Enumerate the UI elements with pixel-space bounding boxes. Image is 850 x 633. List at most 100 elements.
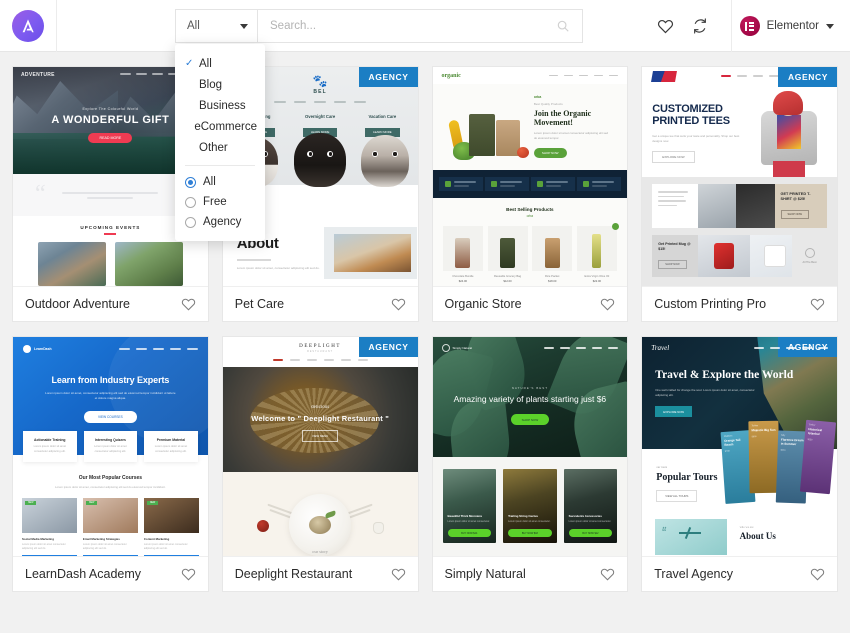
preview-product-price: $24.00 — [458, 280, 467, 283]
preview-heading: CUSTOMIZED PRINTED TEES — [652, 103, 730, 128]
heart-icon[interactable] — [810, 567, 825, 581]
search-field[interactable] — [257, 9, 583, 43]
dropdown-item-all[interactable]: ✓ All — [175, 53, 265, 74]
preview-product-name: Rice Packet — [545, 275, 560, 278]
plan-radio-label: Free — [203, 196, 227, 208]
filter-dropdown-panel: ✓ All Blog Business eCommerce Other All … — [175, 44, 265, 241]
account-name: Elementor — [766, 20, 819, 32]
preview-script: delicious — [311, 404, 330, 410]
preview-about-desc: Lorem ipsum dolor sit amet, consectetur … — [236, 265, 320, 270]
preview-item-desc: Lorem ipsum dolor sit amet consectetur. — [508, 519, 551, 523]
heart-icon[interactable] — [181, 297, 196, 311]
template-title: Outdoor Adventure — [25, 297, 130, 311]
template-card[interactable]: AGENCY Travel Travel & Explore the World… — [641, 336, 838, 592]
account-menu[interactable]: Elementor — [739, 16, 850, 36]
preview-feature-desc: Lorem ipsum dolor sit amet consectetur a… — [33, 445, 66, 453]
template-grid: ADVENTURE Explore The Colourful World A … — [0, 52, 850, 592]
category-select[interactable]: All — [175, 9, 257, 43]
preview-heading: Learn from Industry Experts — [51, 375, 170, 385]
preview-heading: Travel & Explore the World — [655, 369, 794, 381]
preview-course-tag: NEW — [85, 500, 98, 505]
app-logo[interactable] — [0, 0, 57, 52]
top-toolbar: All Search... Elementor — [0, 0, 850, 52]
dropdown-item-label: Other — [199, 141, 228, 154]
template-preview[interactable]: organic orba Best Quality Products Join … — [432, 67, 628, 287]
favorites-button[interactable] — [649, 0, 683, 52]
heart-icon — [658, 19, 674, 34]
template-preview[interactable]: AGENCY CUSTOMIZED PRINTED TEES Get a uni… — [642, 67, 837, 287]
plan-radio-free[interactable]: Free — [175, 192, 265, 212]
preview-brand: Simply Natural — [452, 346, 473, 350]
template-card[interactable]: AGENCY DEEPLIGHT RESTAURANT delicious We… — [221, 336, 419, 592]
elementor-logo-icon — [739, 16, 760, 36]
heart-icon[interactable] — [600, 567, 615, 581]
preview-button: VIEW MENU — [302, 429, 339, 442]
preview-desc: Get a unique tee that suits your taste a… — [652, 133, 740, 143]
preview-feature-title: Actionable Training — [34, 438, 66, 442]
heart-icon[interactable] — [391, 297, 406, 311]
preview-desc: One well crafted for change the soul. Lo… — [655, 388, 755, 398]
preview-course-desc: Lorem ipsum dolor sit amet consectetur a… — [82, 542, 127, 551]
preview-course-tag: NEW — [146, 500, 159, 505]
preview-button: SHOP NOW — [510, 414, 550, 426]
card-footer: Travel Agency — [642, 557, 837, 591]
dropdown-item-blog[interactable]: Blog — [175, 74, 265, 95]
preview-promo-text: Get Printed Mug @ $15! — [658, 242, 691, 251]
preview-section-heading: Popular Tours — [656, 472, 718, 483]
preview-section-eyebrow: our tours — [656, 465, 667, 469]
heart-icon[interactable] — [600, 297, 615, 311]
preview-section-sub: orba — [526, 214, 534, 218]
search-input[interactable] — [270, 20, 556, 32]
template-card[interactable]: LearnDash Learn from Industry Experts Lo… — [12, 336, 209, 592]
template-preview[interactable]: AGENCY DEEPLIGHT RESTAURANT delicious We… — [222, 337, 418, 557]
preview-tour-title: Majestic Big Sun — [751, 427, 776, 433]
preview-tour-price: $559 — [807, 438, 813, 442]
card-footer: Deeplight Restaurant — [222, 557, 418, 591]
preview-course-button: ENROLL NOW — [82, 555, 138, 556]
plan-radio-all[interactable]: All — [175, 172, 265, 192]
preview-product-price: $22.00 — [592, 280, 602, 283]
heart-icon[interactable] — [391, 567, 406, 581]
radio-selected-icon — [185, 176, 196, 188]
dropdown-item-business[interactable]: Business — [175, 95, 265, 116]
template-card[interactable]: AGENCY CUSTOMIZED PRINTED TEES Get a uni… — [641, 66, 838, 322]
preview-feature-desc: Lorem ipsum dolor sit amet consectetur a… — [154, 445, 188, 453]
preview-course-desc: Lorem ipsum dolor sit amet consectetur a… — [22, 542, 66, 551]
card-footer: Pet Care — [222, 287, 418, 321]
toolbar-actions: Elementor — [649, 0, 850, 52]
card-footer: LearnDash Academy — [13, 557, 208, 591]
template-card[interactable]: organic orba Best Quality Products Join … — [431, 66, 629, 322]
preview-product-name: Extra Virgin Olive Oil — [584, 275, 610, 278]
preview-heading: Join the Organic Movement! — [533, 108, 592, 128]
dropdown-item-ecommerce[interactable]: eCommerce — [175, 116, 265, 137]
dropdown-item-other[interactable]: Other — [175, 137, 265, 158]
preview-desc: Lorem ipsum dolor sit amet, consectetur … — [45, 391, 176, 401]
preview-promo-button: SHOP NOW — [780, 210, 809, 220]
preview-service-title: Vacation Care — [368, 113, 397, 119]
preview-pre-heading: Best Quality Products — [533, 101, 563, 106]
template-preview[interactable]: Simply Natural NATURE'S BEST Amazing var… — [432, 337, 628, 557]
preview-about-heading: About Us — [739, 531, 776, 541]
astra-logo-icon — [12, 9, 44, 42]
heart-icon[interactable] — [181, 567, 196, 581]
dropdown-item-label: Business — [199, 99, 246, 112]
preview-eyebrow: orba — [533, 94, 542, 99]
heart-icon[interactable] — [810, 297, 825, 311]
dropdown-item-label: eCommerce — [194, 120, 257, 133]
sync-button[interactable] — [683, 0, 717, 52]
preview-button: SHOP NOW — [533, 148, 567, 159]
preview-product-price: $12.00 — [503, 280, 512, 283]
preview-about-eyebrow: who we are — [739, 525, 754, 529]
template-preview[interactable]: LearnDash Learn from Industry Experts Lo… — [13, 337, 208, 557]
template-preview[interactable]: AGENCY Travel Travel & Explore the World… — [642, 337, 837, 557]
plan-radio-agency[interactable]: Agency — [175, 212, 265, 232]
preview-section-button: VIEW ALL TOURS — [656, 490, 698, 502]
preview-item-desc: Lorem ipsum dolor sit amet consectetur. — [568, 519, 612, 523]
preview-feature-title: Premium Material — [156, 438, 186, 442]
preview-section-desc: Lorem ipsum dolor sit amet, consectetur … — [55, 485, 166, 490]
preview-desc: Lorem ipsum dolor sit amet consectetur a… — [533, 131, 609, 141]
preview-brand: organic — [441, 72, 461, 79]
template-card[interactable]: Simply Natural NATURE'S BEST Amazing var… — [431, 336, 629, 592]
preview-feature-desc: Lorem ipsum dolor sit amet consectetur a… — [94, 445, 127, 453]
preview-course-button: ENROLL NOW — [143, 555, 199, 556]
